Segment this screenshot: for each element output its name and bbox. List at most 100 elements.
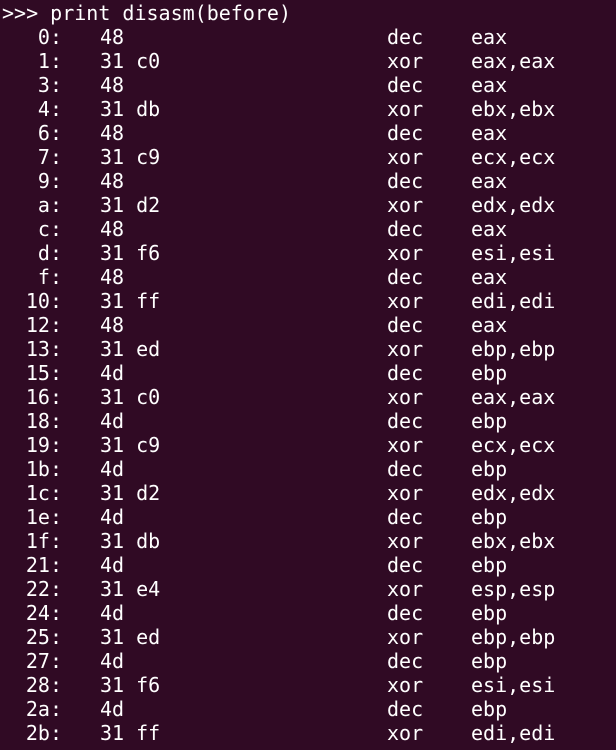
instruction-mnemonic: xor [387, 673, 424, 697]
instruction-bytes: 31 db [100, 97, 161, 121]
disassembly-row: d: 31 f6 xor esi,esi [0, 241, 616, 265]
instruction-bytes: 31 d2 [100, 193, 161, 217]
instruction-mnemonic: xor [387, 193, 424, 217]
disassembly-row: 3: 48 dec eax [0, 73, 616, 97]
instruction-address: 7: [37, 145, 62, 169]
instruction-bytes: 48 [100, 265, 125, 289]
instruction-address: f: [37, 265, 62, 289]
instruction-address: 13: [25, 337, 62, 361]
instruction-address: 0: [37, 25, 62, 49]
instruction-mnemonic: dec [387, 121, 424, 145]
disassembly-row: a: 31 d2 xor edx,edx [0, 193, 616, 217]
instruction-mnemonic: xor [387, 721, 424, 745]
instruction-operands: ebp [471, 457, 508, 481]
instruction-bytes: 31 d2 [100, 481, 161, 505]
instruction-mnemonic: dec [387, 505, 424, 529]
instruction-bytes: 31 db [100, 529, 161, 553]
instruction-operands: ebp,ebp [471, 337, 556, 361]
instruction-mnemonic: dec [387, 601, 424, 625]
instruction-address: 4: [37, 97, 62, 121]
instruction-address: 24: [25, 601, 62, 625]
instruction-mnemonic: xor [387, 241, 424, 265]
disassembly-row: 2a: 4d dec ebp [0, 697, 616, 721]
instruction-mnemonic: dec [387, 313, 424, 337]
instruction-bytes: 4d [100, 601, 125, 625]
disassembly-row: 25: 31 ed xor ebp,ebp [0, 625, 616, 649]
instruction-operands: eax [471, 121, 508, 145]
disassembly-row: 19: 31 c9 xor ecx,ecx [0, 433, 616, 457]
instruction-operands: eax [471, 265, 508, 289]
instruction-address: 1b: [25, 457, 62, 481]
instruction-mnemonic: xor [387, 337, 424, 361]
disassembly-row: 24: 4d dec ebp [0, 601, 616, 625]
instruction-mnemonic: dec [387, 553, 424, 577]
instruction-operands: ebp [471, 409, 508, 433]
disassembly-row: 6: 48 dec eax [0, 121, 616, 145]
instruction-bytes: 31 ff [100, 721, 161, 745]
instruction-address: 22: [25, 577, 62, 601]
disassembly-row: 9: 48 dec eax [0, 169, 616, 193]
disassembly-row: c: 48 dec eax [0, 217, 616, 241]
instruction-bytes: 48 [100, 313, 125, 337]
instruction-address: 28: [25, 673, 62, 697]
instruction-address: a: [37, 193, 62, 217]
instruction-bytes: 31 e4 [100, 577, 161, 601]
instruction-address: 3: [37, 73, 62, 97]
instruction-bytes: 48 [100, 25, 125, 49]
instruction-address: 1c: [25, 481, 62, 505]
instruction-bytes: 4d [100, 361, 125, 385]
disassembly-row: 2b: 31 ff xor edi,edi [0, 721, 616, 745]
instruction-operands: eax [471, 313, 508, 337]
instruction-address: 1e: [25, 505, 62, 529]
disassembly-row: 0: 48 dec eax [0, 25, 616, 49]
instruction-operands: esi,esi [471, 241, 556, 265]
instruction-bytes: 31 ed [100, 625, 161, 649]
instruction-mnemonic: xor [387, 289, 424, 313]
instruction-operands: edx,edx [471, 481, 556, 505]
instruction-operands: ebp [471, 505, 508, 529]
disassembly-row: 1e: 4d dec ebp [0, 505, 616, 529]
instruction-bytes: 4d [100, 409, 125, 433]
instruction-operands: eax [471, 25, 508, 49]
instruction-address: 1: [37, 49, 62, 73]
disassembly-listing: 0: 48 dec eax 1: 31 c0 xor eax,eax 3: 48 dec eax 4: 3… [0, 25, 616, 745]
terminal-window[interactable]: >>> print disasm(before) 0: 48 dec eax 1: 31 … [0, 0, 616, 750]
instruction-address: 2b: [25, 721, 62, 745]
instruction-mnemonic: xor [387, 433, 424, 457]
disassembly-row: 28: 31 f6 xor esi,esi [0, 673, 616, 697]
instruction-mnemonic: dec [387, 457, 424, 481]
disassembly-row: 12: 48 dec eax [0, 313, 616, 337]
instruction-bytes: 48 [100, 217, 125, 241]
instruction-operands: edi,edi [471, 289, 556, 313]
instruction-mnemonic: dec [387, 169, 424, 193]
instruction-address: 25: [25, 625, 62, 649]
instruction-operands: ebp,ebp [471, 625, 556, 649]
instruction-bytes: 31 c9 [100, 433, 161, 457]
instruction-mnemonic: xor [387, 625, 424, 649]
instruction-mnemonic: dec [387, 25, 424, 49]
disassembly-row: f: 48 dec eax [0, 265, 616, 289]
disassembly-row: 1b: 4d dec ebp [0, 457, 616, 481]
instruction-operands: ebp [471, 601, 508, 625]
disassembly-row: 13: 31 ed xor ebp,ebp [0, 337, 616, 361]
instruction-operands: eax [471, 73, 508, 97]
instruction-mnemonic: dec [387, 409, 424, 433]
instruction-address: 6: [37, 121, 62, 145]
instruction-mnemonic: dec [387, 265, 424, 289]
instruction-mnemonic: xor [387, 529, 424, 553]
instruction-address: 9: [37, 169, 62, 193]
instruction-bytes: 48 [100, 121, 125, 145]
instruction-operands: ebp [471, 553, 508, 577]
instruction-operands: ebx,ebx [471, 529, 556, 553]
instruction-operands: eax,eax [471, 385, 556, 409]
instruction-operands: ebp [471, 649, 508, 673]
instruction-bytes: 31 ff [100, 289, 161, 313]
disassembly-row: 10: 31 ff xor edi,edi [0, 289, 616, 313]
instruction-operands: eax [471, 217, 508, 241]
instruction-mnemonic: dec [387, 649, 424, 673]
disassembly-row: 22: 31 e4 xor esp,esp [0, 577, 616, 601]
instruction-bytes: 31 c9 [100, 145, 161, 169]
instruction-mnemonic: xor [387, 49, 424, 73]
instruction-mnemonic: dec [387, 217, 424, 241]
disassembly-row: 27: 4d dec ebp [0, 649, 616, 673]
